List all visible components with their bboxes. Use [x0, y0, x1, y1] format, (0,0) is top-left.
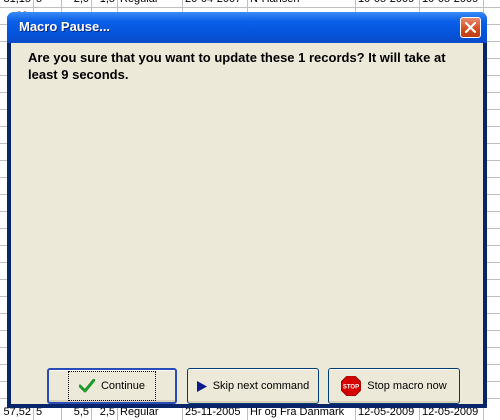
dialog-title: Macro Pause...: [19, 19, 111, 34]
stop-macro-button[interactable]: STOP Stop macro now: [328, 368, 460, 404]
continue-button[interactable]: Continue: [47, 368, 177, 404]
play-arrow-icon: [196, 380, 207, 392]
sheet-row: 81,1552,01,5Regular20-04-2007N-Hansen10-…: [0, 0, 500, 8]
close-icon: [465, 22, 476, 33]
sheet-cell[interactable]: 10-05-2009: [420, 0, 484, 7]
dialog-body: Are you sure that you want to update the…: [11, 43, 483, 404]
close-button[interactable]: [460, 17, 481, 38]
skip-next-command-button[interactable]: Skip next command: [187, 368, 319, 404]
checkmark-icon: [78, 379, 95, 393]
macro-pause-dialog: Macro Pause... Are you sure that you wan…: [7, 12, 487, 408]
skip-label: Skip next command: [212, 380, 310, 392]
sheet-cell[interactable]: 81,15: [0, 0, 34, 7]
continue-label: Continue: [100, 380, 146, 392]
sheet-cell[interactable]: N-Hansen: [248, 0, 356, 7]
svg-text:STOP: STOP: [343, 385, 359, 391]
sheet-cell[interactable]: Regular: [118, 0, 183, 7]
dialog-message: Are you sure that you want to update the…: [28, 50, 446, 82]
stop-sign-icon: STOP: [341, 376, 362, 396]
sheet-cell[interactable]: 20-04-2007: [183, 0, 248, 7]
stop-label: Stop macro now: [367, 380, 447, 392]
sheet-cell[interactable]: 5: [34, 0, 62, 7]
sheet-cell[interactable]: 10-05-2009: [356, 0, 420, 7]
dialog-title-bar[interactable]: Macro Pause...: [7, 12, 487, 43]
sheet-cell[interactable]: 2,0: [62, 0, 92, 7]
sheet-cell[interactable]: 1,5: [92, 0, 118, 7]
